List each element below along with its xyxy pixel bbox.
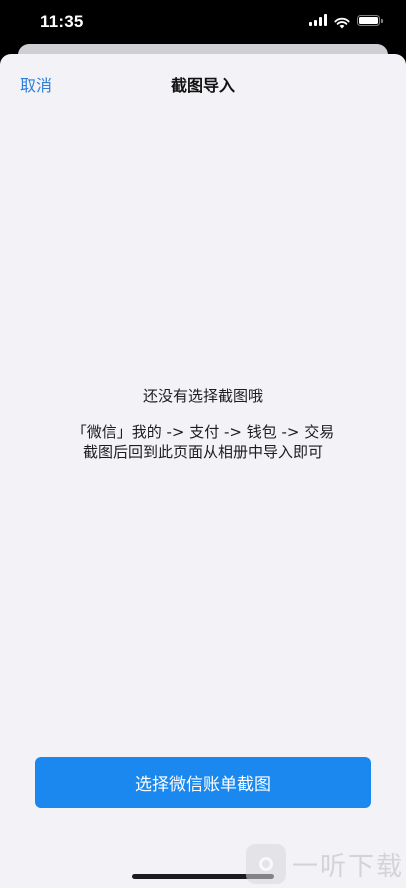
app-screen: 11:35 取消 截图导入 还没有选择截图哦 「微信」我的 -> 支付 -> 钱… — [0, 0, 406, 888]
watermark-logo-icon — [246, 844, 286, 884]
battery-icon — [357, 14, 383, 26]
status-bar: 11:35 — [0, 0, 406, 44]
watermark: 一听下载 — [246, 842, 406, 886]
select-wechat-bill-screenshot-button[interactable]: 选择微信账单截图 — [35, 757, 371, 808]
wifi-icon — [334, 14, 350, 29]
page-title: 截图导入 — [170, 76, 235, 95]
empty-state-instruction-2: 截图后回到此页面从相册中导入即可 — [82, 443, 323, 461]
status-icons — [309, 14, 383, 29]
empty-state-instruction-1: 「微信」我的 -> 支付 -> 钱包 -> 交易 — [71, 423, 335, 441]
cellular-signal-icon — [309, 14, 327, 26]
watermark-text: 一听下载 — [292, 851, 405, 882]
empty-state: 还没有选择截图哦 「微信」我的 -> 支付 -> 钱包 -> 交易 截图后回到此… — [0, 386, 406, 462]
status-time: 11:35 — [40, 12, 84, 31]
navigation-bar: 取消 截图导入 — [0, 54, 406, 110]
empty-state-title: 还没有选择截图哦 — [142, 387, 263, 405]
